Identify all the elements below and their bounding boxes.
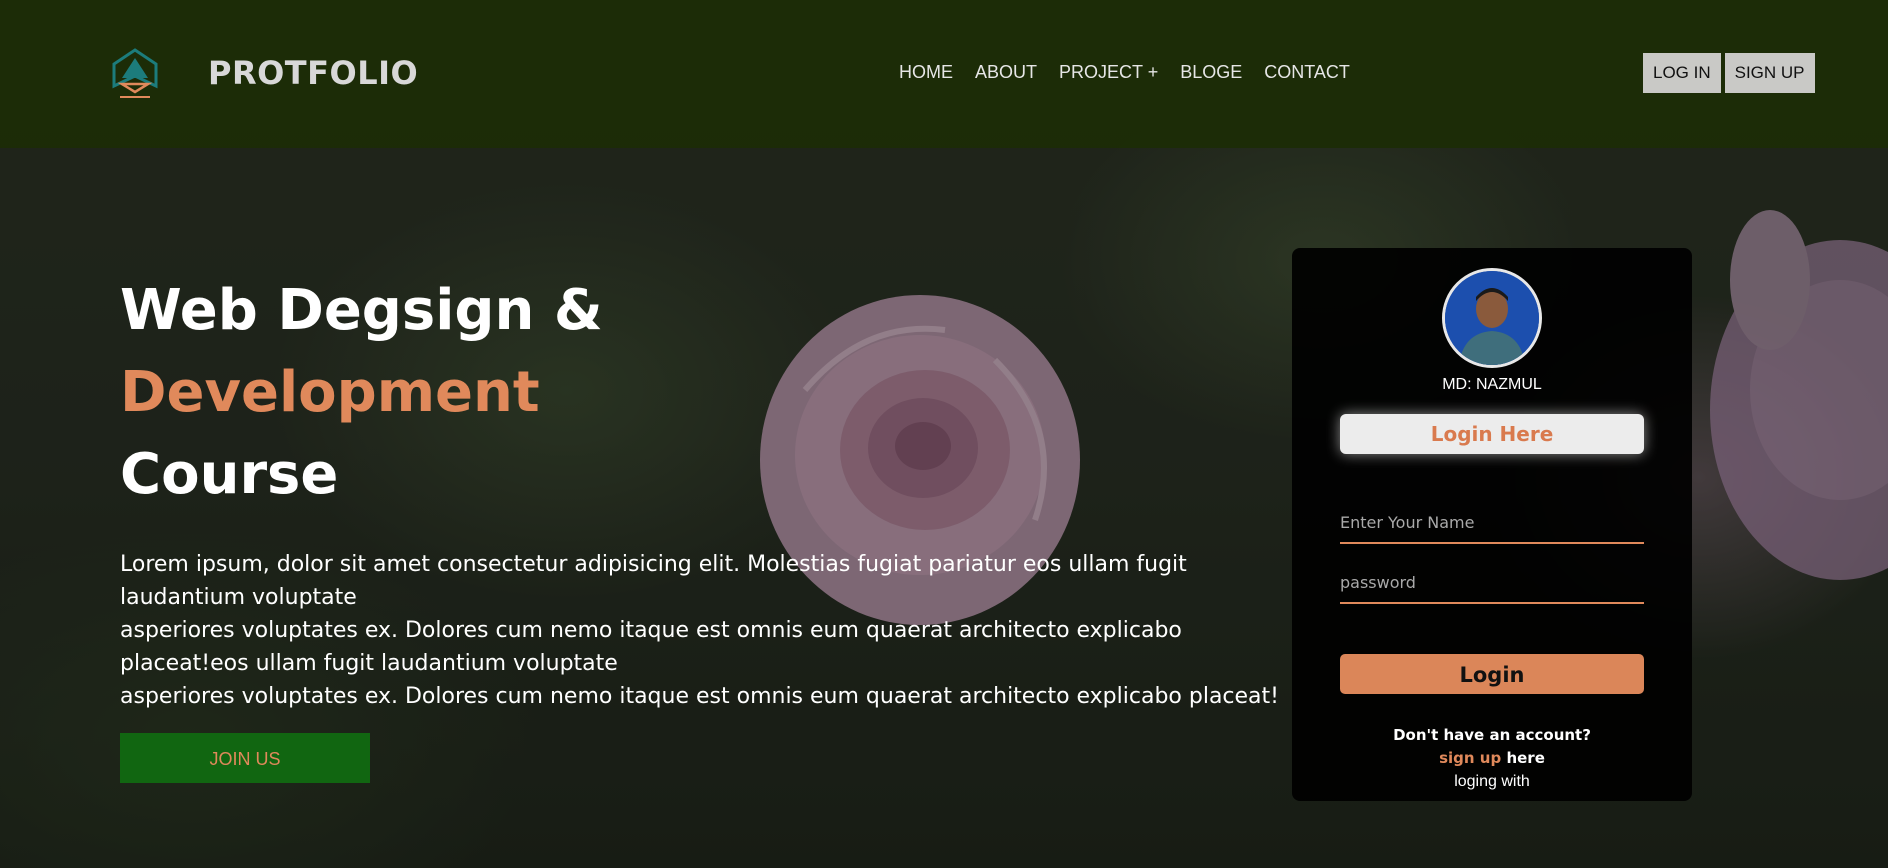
hero-description-line: asperiores voluptates ex. Dolores cum ne…: [120, 684, 1279, 709]
login-here-heading: Login Here: [1340, 414, 1644, 454]
signup-link[interactable]: sign up: [1439, 749, 1501, 767]
name-input[interactable]: [1340, 502, 1644, 544]
join-us-button[interactable]: JOIN US: [120, 733, 370, 783]
page: PROTFOLIO HOME ABOUT PROJECT + BLOGE CON…: [0, 0, 1888, 868]
hero-title-accent: Development: [120, 360, 540, 425]
hero-description-line: asperiores voluptates ex. Dolores cum ne…: [120, 618, 1182, 676]
site-header: PROTFOLIO HOME ABOUT PROJECT + BLOGE CON…: [0, 0, 1888, 148]
avatar: [1442, 268, 1542, 368]
avatar-portrait-image: [1445, 271, 1539, 365]
header-login-button[interactable]: LOG IN: [1643, 53, 1721, 93]
nav-project[interactable]: PROJECT +: [1059, 62, 1158, 83]
nav-home[interactable]: HOME: [899, 62, 953, 83]
nav-contact[interactable]: CONTACT: [1264, 62, 1350, 83]
no-account-text: Don't have an account?: [1393, 726, 1591, 744]
main-nav: HOME ABOUT PROJECT + BLOGE CONTACT: [899, 62, 1372, 83]
loging-with-text: loging with: [1454, 773, 1530, 790]
hero-description: Lorem ipsum, dolor sit amet consectetur …: [120, 548, 1280, 713]
password-input[interactable]: [1340, 562, 1644, 604]
hero-title-line3: Course: [120, 442, 339, 507]
hero-title-line1: Web Degsign &: [120, 278, 603, 343]
auth-buttons: LOG IN SIGN UP: [1643, 53, 1815, 93]
login-submit-button[interactable]: Login: [1340, 654, 1644, 694]
hero-description-line: Lorem ipsum, dolor sit amet consectetur …: [120, 552, 1187, 610]
signup-prompt: Don't have an account? sign up here logi…: [1292, 724, 1692, 793]
nav-bloge[interactable]: BLOGE: [1180, 62, 1242, 83]
brand-title[interactable]: PROTFOLIO: [208, 54, 418, 92]
user-name: MD: NAZMUL: [1442, 376, 1542, 393]
nav-about[interactable]: ABOUT: [975, 62, 1037, 83]
header-signup-button[interactable]: SIGN UP: [1724, 53, 1815, 93]
login-card: MD: NAZMUL Login Here Login Don't have a…: [1292, 248, 1692, 801]
logo-icon[interactable]: [112, 48, 158, 100]
signup-suffix: here: [1506, 749, 1545, 767]
hero-title: Web Degsign & Development Course: [120, 270, 603, 516]
